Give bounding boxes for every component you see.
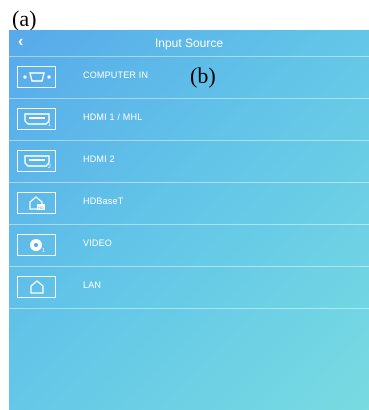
video-icon: 1 (17, 234, 56, 256)
svg-text:1: 1 (48, 122, 51, 126)
source-label: HDMI 2 (83, 154, 115, 164)
source-item-computer-in[interactable]: COMPUTER IN (9, 57, 369, 99)
hdmi-1-icon: 1 (17, 108, 56, 130)
annotation-b: (b) (190, 63, 216, 88)
source-label: HDMI 1 / MHL (83, 112, 143, 122)
source-list: COMPUTER IN 1 HDMI 1 / MHL 2 HDMI 2 HD H… (9, 57, 369, 309)
title-bar: ‹ Input Source (9, 30, 369, 57)
source-item-hdbaset[interactable]: HD HDBaseT (9, 183, 369, 225)
lan-home-icon (17, 276, 56, 298)
annotation-a: (a) (12, 6, 37, 31)
source-label: VIDEO (83, 238, 113, 248)
hdbaset-icon: HD (17, 192, 56, 214)
hdmi-2-icon: 2 (17, 150, 56, 172)
source-item-hdmi-1-mhl[interactable]: 1 HDMI 1 / MHL (9, 99, 369, 141)
source-item-lan[interactable]: LAN (9, 267, 369, 309)
input-source-screen: ‹ Input Source COMPUTER IN 1 HDMI 1 / MH… (9, 30, 369, 410)
page-title: Input Source (154, 36, 224, 50)
source-item-hdmi-2[interactable]: 2 HDMI 2 (9, 141, 369, 183)
vga-connector-icon (17, 66, 56, 88)
svg-text:2: 2 (48, 164, 51, 168)
source-item-video[interactable]: 1 VIDEO (9, 225, 369, 267)
source-label: HDBaseT (83, 196, 124, 206)
svg-text:1: 1 (42, 248, 45, 253)
source-label: LAN (83, 280, 102, 290)
svg-text:HD: HD (38, 205, 44, 210)
source-label: COMPUTER IN (83, 70, 149, 80)
